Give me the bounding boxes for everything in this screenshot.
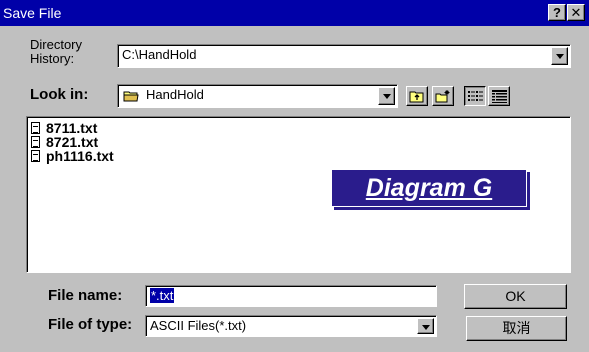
window-title: Save File	[3, 5, 62, 21]
file-name-text: ph1116.txt	[46, 147, 114, 164]
look-in-dropdown-button[interactable]	[378, 87, 395, 105]
help-button[interactable]: ?	[548, 4, 566, 21]
cancel-button[interactable]: 取消	[466, 316, 567, 341]
file-type-value: ASCII Files(*.txt)	[150, 318, 247, 333]
title-bar: Save File ? ✕	[0, 0, 589, 26]
directory-history-label: Directory History:	[30, 37, 83, 66]
file-type-dropdown-button[interactable]	[417, 318, 434, 334]
file-name-value: *.txt	[150, 288, 175, 303]
list-item[interactable]: 8711.txt	[31, 120, 97, 136]
close-button[interactable]: ✕	[567, 4, 585, 21]
list-item[interactable]: 8721.txt	[31, 134, 98, 150]
file-list[interactable]: 8711.txt 8721.txt ph1116.txt Diagram G	[26, 116, 571, 273]
text-file-icon	[31, 135, 40, 148]
look-in-value: HandHold	[146, 87, 204, 102]
look-in-label: Look in:	[30, 86, 89, 103]
directory-history-dropdown-button[interactable]	[551, 47, 568, 65]
text-file-icon	[31, 121, 40, 134]
up-folder-icon	[409, 89, 425, 106]
list-item[interactable]: ph1116.txt	[31, 147, 114, 164]
new-folder-icon	[435, 89, 451, 106]
text-file-icon	[31, 149, 40, 162]
directory-history-combo[interactable]: C:\HandHold	[117, 44, 571, 68]
list-view-icon	[468, 90, 483, 106]
directory-history-value: C:\HandHold	[122, 47, 197, 62]
details-view-icon	[492, 90, 507, 106]
look-in-combo[interactable]: HandHold	[117, 84, 398, 108]
file-type-combo[interactable]: ASCII Files(*.txt)	[145, 315, 437, 337]
diagram-annotation: Diagram G	[331, 169, 527, 207]
list-view-button[interactable]	[464, 86, 486, 106]
ok-button[interactable]: OK	[464, 284, 567, 309]
details-view-button[interactable]	[488, 86, 510, 106]
file-name-label: File name:	[48, 287, 123, 304]
file-type-label: File of type:	[48, 316, 133, 333]
folder-icon	[123, 90, 139, 102]
file-name-input[interactable]: *.txt	[145, 285, 437, 307]
up-folder-button[interactable]	[406, 86, 428, 106]
new-folder-button[interactable]	[432, 86, 454, 106]
